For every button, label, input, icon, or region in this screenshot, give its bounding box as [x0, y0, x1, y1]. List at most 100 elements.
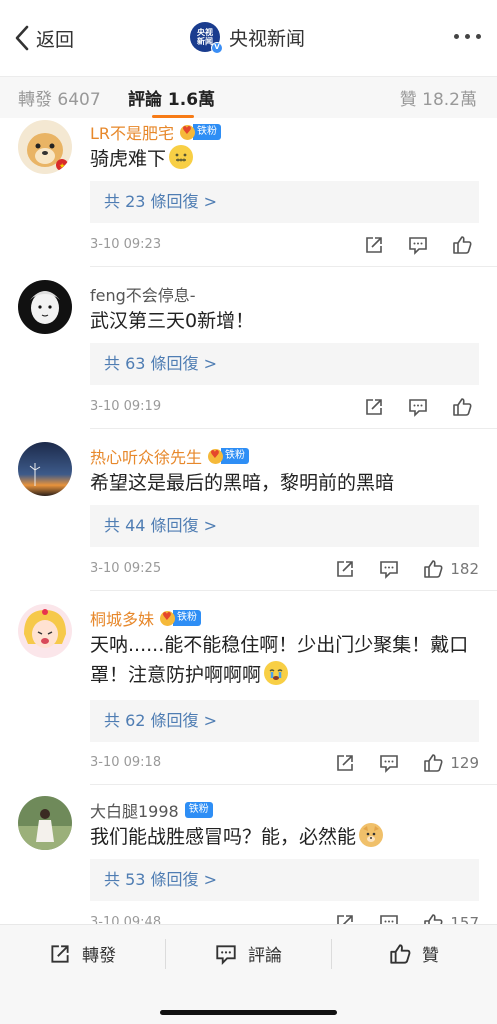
reply-count-link[interactable]: 共 63 條回復 >: [90, 343, 479, 385]
share-icon: [337, 561, 354, 577]
tab-like[interactable]: 贊 18.2萬: [400, 85, 477, 110]
avatar[interactable]: [18, 280, 72, 334]
comment-label: 評論: [248, 946, 282, 966]
avatar[interactable]: [18, 604, 72, 658]
share-icon: [366, 237, 382, 253]
like-button[interactable]: 157: [422, 912, 479, 924]
comment-time: 3-10 09:25: [90, 561, 162, 576]
divider: [90, 590, 497, 591]
account-header[interactable]: 央视新闻 V 央视新闻: [190, 22, 306, 54]
nav-bar: 返回 央视新闻 V 央视新闻: [0, 0, 497, 76]
like-count: 129: [450, 754, 479, 772]
username[interactable]: feng不会停息-: [90, 282, 196, 306]
reply-button[interactable]: [378, 558, 400, 580]
thumbs-up-icon: [390, 943, 411, 964]
comment-icon: [380, 561, 399, 579]
comment-icon: [380, 755, 399, 773]
reply-count-link[interactable]: 共 23 條回復 >: [90, 181, 479, 223]
avatar[interactable]: ★: [18, 120, 72, 174]
comment-time: 3-10 09:18: [90, 755, 162, 770]
divider: [90, 428, 497, 429]
comment-button[interactable]: 評論: [214, 941, 282, 966]
share-icon: [366, 399, 382, 415]
anime-girl-avatar-image: [18, 604, 72, 658]
page-title: 央视新闻: [229, 27, 306, 50]
share-button[interactable]: [363, 234, 385, 256]
back-label: 返回: [36, 28, 75, 51]
comment-text: 骑虎难下: [90, 144, 485, 174]
share-button[interactable]: [363, 396, 385, 418]
comment-body: 骑虎难下: [90, 148, 167, 170]
tab-repost[interactable]: 轉發 6407: [18, 85, 101, 110]
share-icon: [337, 755, 354, 771]
fan-badge: 铁粉: [221, 448, 250, 464]
tab-comment[interactable]: 評論 1.6萬: [128, 85, 215, 110]
dog-avatar-image: ★: [18, 120, 72, 174]
reply-count-link[interactable]: 共 62 條回復 >: [90, 700, 479, 742]
username[interactable]: 大白腿1998 铁粉: [90, 798, 213, 822]
fan-heart-icon: [208, 448, 224, 464]
comment-text: 我们能战胜感冒吗？能，必然能: [90, 822, 485, 852]
comment-text: 天呐......能不能稳住啊！少出门少聚集！戴口罩！注意防护啊啊啊: [90, 630, 485, 690]
doge-emoji-icon: [359, 823, 384, 847]
username[interactable]: LR不是肥宅 铁粉: [90, 120, 222, 144]
comment-time: 3-10 09:23: [90, 237, 162, 252]
like-button[interactable]: [451, 396, 479, 418]
like-label: 贊: [422, 946, 439, 966]
username-text: 热心听众徐先生: [90, 448, 203, 467]
thumbs-up-icon: [453, 236, 472, 254]
like-count: 182: [450, 560, 479, 578]
share-button[interactable]: [334, 912, 356, 924]
repost-button[interactable]: 轉發: [48, 941, 116, 966]
avatar[interactable]: [18, 796, 72, 850]
back-button[interactable]: 返回: [14, 24, 74, 52]
cctv-news-logo: 央视新闻 V: [190, 22, 223, 54]
username[interactable]: 热心听众徐先生 铁粉: [90, 444, 250, 468]
comment-actions: 182: [334, 558, 479, 580]
comment-icon: [216, 944, 236, 965]
username-text: 桐城多妹: [90, 610, 155, 629]
more-options-icon[interactable]: [454, 34, 481, 39]
username[interactable]: 桐城多妹 铁粉: [90, 606, 202, 630]
reply-button[interactable]: [407, 234, 429, 256]
fan-badge: 铁粉: [173, 610, 202, 626]
username-text: 大白腿1998: [90, 802, 179, 821]
avatar[interactable]: [18, 442, 72, 496]
comment-text: 武汉第三天0新增！: [90, 306, 485, 336]
comment-actions: [363, 234, 479, 256]
comment-time: 3-10 09:19: [90, 399, 162, 414]
reply-button[interactable]: [378, 912, 400, 924]
sketch-avatar-image: [18, 280, 72, 334]
thumbs-up-icon: [424, 754, 443, 772]
reply-button[interactable]: [378, 752, 400, 774]
comment-list[interactable]: ★ LR不是肥宅 铁粉 骑虎难下 共 23 條回復 > 3-10 09:23: [0, 118, 497, 924]
like-button[interactable]: 贊: [388, 941, 439, 966]
comment-icon: [409, 399, 427, 417]
share-icon: [337, 915, 354, 924]
photo-avatar-image: [18, 796, 72, 850]
comment-body: 我们能战胜感冒吗？能，必然能: [90, 826, 357, 848]
share-button[interactable]: [334, 752, 356, 774]
like-button[interactable]: 129: [422, 752, 479, 774]
tab-bar: 轉發 6407 評論 1.6萬 贊 18.2萬: [0, 76, 497, 118]
reply-count-link[interactable]: 共 53 條回復 >: [90, 859, 479, 901]
divider: [90, 784, 497, 785]
comment-icon: [380, 915, 399, 924]
fan-heart-icon: [160, 610, 176, 626]
svg-text:★: ★: [59, 162, 65, 170]
like-button[interactable]: 182: [422, 558, 479, 580]
verified-badge-icon: V: [211, 42, 223, 54]
reply-button[interactable]: [407, 396, 429, 418]
reply-count-link[interactable]: 共 44 條回復 >: [90, 505, 479, 547]
like-button[interactable]: [451, 234, 479, 256]
fan-badge: 铁粉: [193, 124, 222, 140]
share-button[interactable]: [334, 558, 356, 580]
comment-actions: 129: [334, 752, 479, 774]
sunset-avatar-image: [18, 442, 72, 496]
comment-body: 武汉第三天0新增！: [90, 310, 255, 332]
comment-actions: 157: [334, 912, 479, 924]
home-indicator[interactable]: [160, 1010, 337, 1015]
comment-time: 3-10 09:48: [90, 915, 162, 924]
comment-icon: [409, 237, 427, 255]
thumbs-up-icon: [424, 560, 443, 578]
